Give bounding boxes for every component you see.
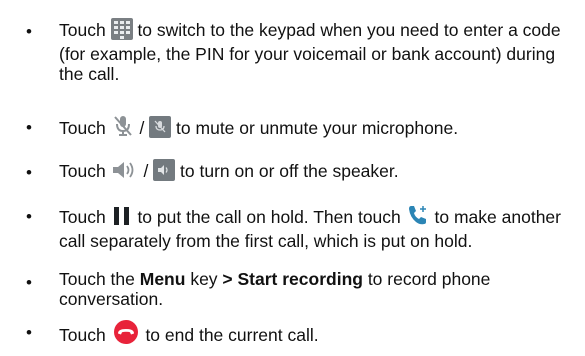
bullet: • <box>26 163 32 182</box>
item-text: Touch / to turn on or off the speaker. <box>59 159 579 185</box>
item-text: Touch to put the call on hold. Then touc… <box>59 203 579 251</box>
bullet: • <box>26 273 32 292</box>
bullet: • <box>26 207 32 226</box>
item-text: Touch the Menu key > Start recording to … <box>59 269 491 309</box>
menu-key-label: Menu <box>139 269 186 289</box>
item-text: Touch / to mute or unmute your microphon… <box>59 114 579 142</box>
bullet: • <box>26 118 32 137</box>
item-text: Touch to end the current call. <box>59 319 579 349</box>
unmute-icon <box>149 116 172 142</box>
mute-icon <box>111 114 135 142</box>
keypad-icon <box>110 18 133 44</box>
speaker-icon <box>111 159 139 185</box>
speaker-on-icon <box>153 159 176 185</box>
bullet: • <box>26 22 32 41</box>
start-recording-label: > Start recording <box>222 269 363 289</box>
item-text: Touch to switch to the keypad when you n… <box>59 18 561 84</box>
hold-icon <box>111 205 133 231</box>
add-call-icon <box>406 203 430 231</box>
bullet: • <box>26 323 32 342</box>
end-call-icon <box>111 319 141 349</box>
